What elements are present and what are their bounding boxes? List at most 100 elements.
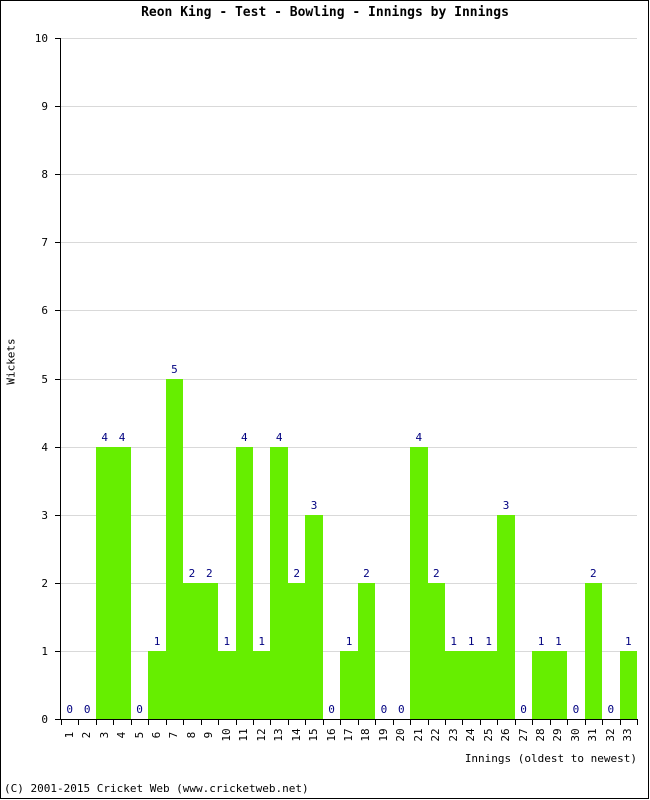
x-tick-mark <box>270 720 272 725</box>
x-tick-mark <box>340 720 342 725</box>
x-tick-mark <box>410 720 412 725</box>
bar[interactable] <box>165 378 184 719</box>
x-tick-mark <box>619 720 621 725</box>
x-tick-mark <box>375 720 377 725</box>
x-axis-line <box>60 719 638 720</box>
bar-value-label: 2 <box>590 566 597 580</box>
bar-value-label: 5 <box>171 362 178 376</box>
bar-value-label: 2 <box>293 566 300 580</box>
bar[interactable] <box>95 446 114 719</box>
y-tick-mark <box>55 38 60 39</box>
gridline <box>61 106 637 108</box>
x-tick-label: 23 <box>446 728 460 742</box>
bar[interactable] <box>445 650 463 719</box>
y-tick-mark <box>55 242 60 244</box>
x-tick-mark <box>497 720 499 725</box>
y-tick-label: 3 <box>41 508 48 522</box>
bar[interactable] <box>462 650 480 719</box>
y-tick-mark <box>55 719 60 720</box>
bar[interactable] <box>113 446 131 719</box>
x-tick-label: 14 <box>289 728 303 742</box>
x-tick-label: 2 <box>80 731 94 739</box>
x-tick-label: 18 <box>359 728 373 742</box>
x-tick-mark <box>218 720 220 725</box>
bar[interactable] <box>253 650 271 719</box>
bar[interactable] <box>410 446 428 719</box>
x-axis-title: Innings (oldest to newest) <box>464 752 637 765</box>
x-tick-label: 19 <box>376 728 390 742</box>
bar[interactable] <box>357 582 376 719</box>
bar-value-label: 1 <box>223 634 231 648</box>
y-tick-label: 6 <box>41 304 48 318</box>
bar-value-label: 1 <box>555 634 562 648</box>
bar[interactable] <box>148 650 166 719</box>
x-tick-mark <box>287 720 289 725</box>
bar[interactable] <box>200 582 219 719</box>
bar[interactable] <box>270 446 288 719</box>
x-tick-label: 33 <box>621 728 635 742</box>
x-tick-label: 22 <box>429 728 443 742</box>
page-title: Reon King - Test - Bowling - Innings by … <box>141 5 509 20</box>
x-tick-label: 12 <box>254 728 268 742</box>
bar[interactable] <box>479 650 498 719</box>
bar[interactable] <box>532 650 550 719</box>
y-tick-mark <box>55 514 60 516</box>
x-tick-label: 24 <box>464 728 478 742</box>
x-tick-mark <box>567 720 569 725</box>
y-tick-mark <box>55 106 60 108</box>
bar[interactable] <box>584 582 603 719</box>
bar[interactable] <box>183 582 201 719</box>
bar[interactable] <box>218 650 236 719</box>
bar[interactable] <box>549 650 568 719</box>
x-tick-mark <box>445 720 446 725</box>
bar[interactable] <box>427 582 445 719</box>
bar-value-label: 2 <box>206 566 213 580</box>
x-tick-mark <box>322 720 324 725</box>
x-tick-mark <box>462 720 464 725</box>
x-tick-mark <box>165 720 167 725</box>
bar[interactable] <box>305 514 323 719</box>
y-tick-label: 4 <box>41 440 48 454</box>
x-tick-mark <box>130 720 132 725</box>
bar-value-label: 0 <box>83 703 91 716</box>
gridline <box>61 582 637 584</box>
x-tick-label: 17 <box>342 728 355 742</box>
y-tick-mark <box>55 310 60 312</box>
bar-value-label: 2 <box>432 566 440 580</box>
bar-value-label: 1 <box>345 634 353 648</box>
y-tick-mark <box>55 378 60 380</box>
bar-value-label: 4 <box>275 430 283 444</box>
x-tick-label: 25 <box>481 728 495 742</box>
bar[interactable] <box>619 650 637 719</box>
x-tick-label: 31 <box>586 728 600 742</box>
x-tick-mark <box>253 720 254 725</box>
x-tick-mark <box>78 720 80 725</box>
x-tick-label: 32 <box>603 728 617 742</box>
y-tick-mark <box>55 446 60 448</box>
bar-value-label: 4 <box>118 430 126 444</box>
y-tick-label: 9 <box>41 100 48 114</box>
x-tick-mark <box>514 720 516 725</box>
x-tick-mark <box>479 720 481 725</box>
bar-value-label: 4 <box>240 430 248 444</box>
x-tick-label: 15 <box>307 728 321 742</box>
x-tick-mark <box>584 720 586 725</box>
bar-value-label: 4 <box>415 430 423 444</box>
bar-value-label: 0 <box>520 703 527 716</box>
x-tick-label: 21 <box>411 728 425 742</box>
bar[interactable] <box>497 514 515 719</box>
bar[interactable] <box>235 446 253 719</box>
bar[interactable] <box>340 650 358 719</box>
bar[interactable] <box>287 582 306 719</box>
x-tick-label: 6 <box>150 731 163 739</box>
gridline <box>61 38 637 39</box>
gridline <box>61 174 637 176</box>
copyright-footer: (C) 2001-2015 Cricket Web (www.cricketwe… <box>4 782 309 795</box>
x-tick-label: 26 <box>499 728 513 742</box>
x-tick-label: 9 <box>202 731 216 739</box>
x-tick-label: 4 <box>115 731 129 739</box>
x-tick-mark <box>113 720 115 725</box>
x-tick-label: 7 <box>167 731 181 739</box>
x-tick-mark <box>183 720 185 725</box>
bar-value-label: 1 <box>485 634 492 648</box>
